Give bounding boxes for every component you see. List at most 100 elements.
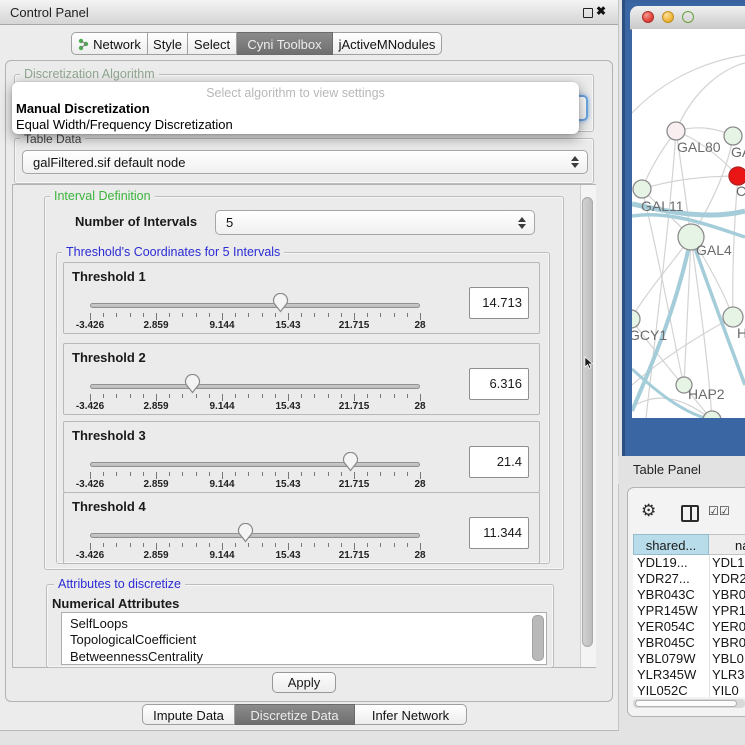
tab-network[interactable]: Network [71,32,148,55]
tab-impute-data[interactable]: Impute Data [142,704,235,725]
table-row[interactable]: YLR345WYLR3 [633,667,745,683]
cell-name: YIL0 [712,683,745,697]
threshold-slider-thumb[interactable] [237,523,254,543]
tick-mark [275,313,276,317]
tab-discretize-data[interactable]: Discretize Data [235,704,355,725]
columns-icon[interactable] [681,505,699,522]
network-edge[interactable] [642,176,738,189]
network-node[interactable] [667,122,685,140]
tick-mark [341,543,342,547]
table-row[interactable]: YBR045CYBR0 [633,635,745,651]
close-traffic-light-icon[interactable] [642,11,654,23]
table-data-combobox[interactable]: galFiltered.sif default node [22,150,588,174]
tick-mark [235,472,236,476]
table-row[interactable]: YIL052C YIL0 [633,683,745,697]
tick-mark [354,543,355,550]
tick-label: -3.426 [65,550,115,561]
tab-select[interactable]: Select [188,32,237,55]
tab-style-label: Style [153,37,182,52]
cell-shared-name: YDL19... [637,555,707,570]
tick-mark [288,394,289,401]
control-panel-titlebar[interactable] [0,0,618,25]
popup-option-manual-discretization[interactable]: Manual Discretization [16,101,150,116]
table-row[interactable]: YER054CYER0 [633,619,745,635]
network-node[interactable] [724,127,742,145]
attribute-list-item[interactable]: TopologicalCoefficient [70,632,196,648]
network-canvas[interactable]: GAL80GACGAL11GAL4GCY1HHAP2 [632,29,745,418]
tick-mark [196,394,197,398]
tick-mark [248,313,249,317]
zoom-traffic-light-icon[interactable] [682,11,694,23]
numerical-attributes-label: Numerical Attributes [52,596,179,611]
float-window-icon[interactable] [583,8,593,18]
table-row[interactable]: YBL079WYBL0 [633,651,745,667]
network-edge[interactable] [642,131,676,189]
threshold-value-field[interactable]: 21.4 [469,446,529,478]
list-scrollbar-thumb[interactable] [532,615,544,661]
application-root: Control Panel ✖ Network Style Select Cyn… [0,0,745,745]
tick-mark [248,394,249,398]
tick-mark [314,394,315,398]
threshold-slider-track[interactable] [90,533,420,538]
table-row[interactable]: YPR145WYPR1 [633,603,745,619]
network-node-label: C [736,183,745,199]
threshold-slider-thumb[interactable] [272,293,289,313]
threshold-slider-track[interactable] [90,384,420,389]
network-node[interactable] [633,180,651,198]
algorithm-group-title: Discretization Algorithm [20,67,159,81]
tab-style[interactable]: Style [148,32,188,55]
network-node[interactable] [723,307,743,327]
mouse-cursor [584,356,594,375]
network-node[interactable] [632,310,640,328]
tab-infer-network[interactable]: Infer Network [355,704,467,725]
threshold-slider-thumb[interactable] [342,452,359,472]
numerical-attributes-list[interactable]: SelfLoopsTopologicalCoefficientBetweenne… [61,612,547,665]
attribute-list-item[interactable]: SelfLoops [70,616,128,632]
tick-mark [407,394,408,398]
column-header-name[interactable]: na [709,534,745,555]
tick-mark [420,543,421,550]
threshold-slider-track[interactable] [90,462,420,467]
threshold-slider-thumb[interactable] [184,374,201,394]
threshold-value-field[interactable]: 14.713 [469,287,529,319]
combo-updown-icon [518,217,526,229]
attribute-list-item[interactable]: BetweennessCentrality [70,649,203,665]
table-row[interactable]: YBR043CYBR0 [633,587,745,603]
tick-label: 9.144 [197,550,247,561]
cell-name: YBR0 [712,587,745,602]
table-row[interactable]: YDL19...YDL1 [633,555,745,571]
table-hscrollbar-thumb[interactable] [635,700,737,707]
tick-mark [367,394,368,398]
settings-scrollbar-thumb[interactable] [582,197,593,647]
tab-cyni-toolbox[interactable]: Cyni Toolbox [237,32,333,55]
tick-label: 28 [395,320,445,331]
tick-mark [301,394,302,398]
deselect-all-checkbox-icon[interactable]: ☑ [719,504,730,518]
close-icon[interactable]: ✖ [596,4,606,18]
cell-shared-name: YIL052C [637,683,707,697]
network-icon [78,35,89,58]
threshold-value-field[interactable]: 11.344 [469,517,529,549]
gear-icon[interactable]: ⚙ [641,501,656,521]
minimize-traffic-light-icon[interactable] [662,11,674,23]
tick-mark [209,394,210,398]
threshold-slider-track[interactable] [90,303,420,308]
select-all-checkbox-icon[interactable]: ☑ [708,504,719,518]
tick-label: 15.43 [263,320,313,331]
apply-button[interactable]: Apply [272,672,336,693]
tick-mark [103,472,104,476]
tab-jactivemnodules[interactable]: jActiveMNodules [333,32,442,55]
table-row[interactable]: YDR27...YDR2 [633,571,745,587]
table-rows: YDL19...YDL1YDR27...YDR2YBR043CYBR0YPR14… [633,555,745,697]
tab-impute-data-label: Impute Data [153,708,224,723]
num-intervals-combobox[interactable]: 5 [215,210,535,235]
tick-mark [380,313,381,317]
threshold-value-field[interactable]: 6.316 [469,368,529,400]
network-edge[interactable] [632,55,745,113]
popup-option-equal-width-frequency[interactable]: Equal Width/Frequency Discretization [16,117,233,132]
tick-mark [235,394,236,398]
threshold-box: Threshold 4 -3.4262.8599.14415.4321.7152… [63,492,540,564]
column-header-shared-name[interactable]: shared... [633,534,709,555]
tick-label: 21.715 [329,550,379,561]
tick-mark [209,472,210,476]
